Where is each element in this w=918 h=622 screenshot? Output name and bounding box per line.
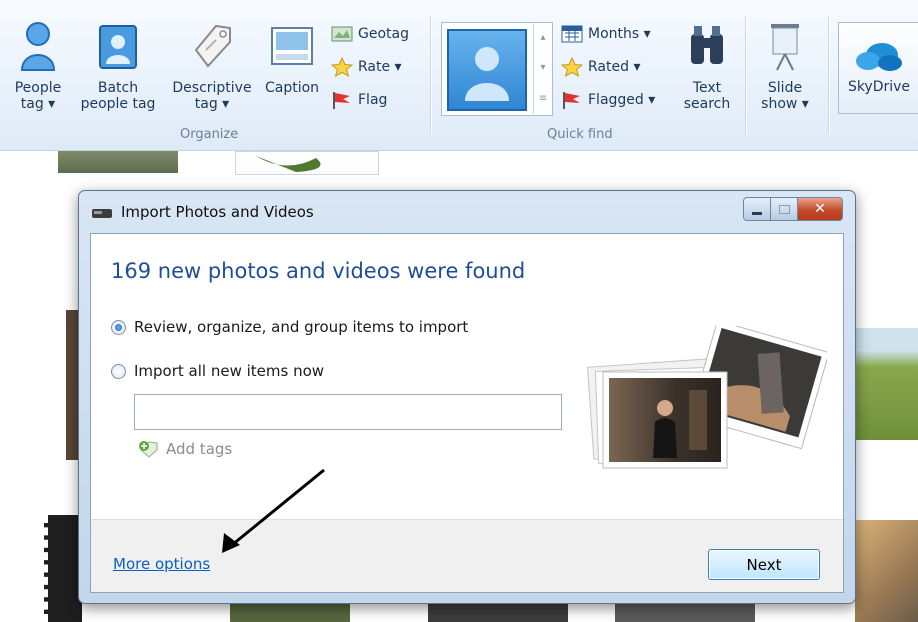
background-photo xyxy=(44,515,82,622)
descriptive-tag-button[interactable]: Descriptive tag ▾ xyxy=(166,20,258,112)
months-button[interactable]: Months ▾ xyxy=(561,23,651,45)
people-tag-button[interactable]: People tag ▾ xyxy=(6,20,70,112)
tag-icon xyxy=(194,24,231,68)
descriptive-tag-label-1: Descriptive xyxy=(172,80,252,96)
cloud-icon xyxy=(856,43,902,71)
projector-screen-icon xyxy=(771,24,799,71)
review-option-label: Review, organize, and group items to imp… xyxy=(134,318,469,336)
background-photo xyxy=(66,310,78,460)
flag-button[interactable]: Flag xyxy=(331,89,387,111)
geotag-button[interactable]: Geotag xyxy=(331,23,409,45)
maximize-icon xyxy=(778,204,790,214)
binoculars-icon xyxy=(691,26,723,64)
background-photo xyxy=(615,602,755,622)
background-photo xyxy=(855,520,918,622)
import-device-icon xyxy=(92,209,112,218)
slide-show-button[interactable]: Slide show ▾ xyxy=(754,20,816,112)
import-dialog: Import Photos and Videos ✕ 169 new photo… xyxy=(78,190,856,604)
people-tag-label-2: tag ▾ xyxy=(20,96,56,112)
person-icon xyxy=(20,22,56,71)
photo-stack-illustration xyxy=(586,326,827,469)
text-search-label-1: Text xyxy=(692,80,722,96)
rated-button[interactable]: Rated ▾ xyxy=(561,56,640,78)
rated-star-icon xyxy=(561,57,583,77)
flag-icon xyxy=(333,92,350,109)
slide-show-label-2: show ▾ xyxy=(761,96,809,112)
caption-icon xyxy=(271,27,313,65)
flag-label: Flag xyxy=(358,92,388,108)
skydrive-label: SkyDrive xyxy=(847,79,911,95)
batch-people-tag-label-2: people tag xyxy=(80,96,156,112)
radio-selected-dot xyxy=(115,323,122,331)
caption-button[interactable]: Caption xyxy=(258,20,326,96)
months-label: Months ▾ xyxy=(588,26,651,42)
person-thumbnail-icon xyxy=(447,29,527,111)
minimize-button[interactable] xyxy=(743,197,771,221)
background-photo xyxy=(235,151,379,175)
import-all-option-label: Import all new items now xyxy=(134,362,325,380)
more-options-link[interactable]: More options xyxy=(113,555,210,573)
import-all-radio[interactable] xyxy=(111,363,126,379)
flagged-label: Flagged ▾ xyxy=(588,92,656,108)
geotag-icon xyxy=(331,26,353,42)
ribbon: People tag ▾ Batch people tag Descriptiv… xyxy=(0,0,918,151)
caption-label: Caption xyxy=(264,80,320,96)
rate-label: Rate ▾ xyxy=(358,59,402,75)
ribbon-separator xyxy=(828,16,829,134)
text-search-label-2: search xyxy=(683,96,731,112)
gallery-scroll-down[interactable]: ▾ xyxy=(533,53,552,83)
background-photo xyxy=(230,602,350,622)
gallery-expand[interactable]: ≡ xyxy=(533,83,552,114)
quick-find-gallery[interactable]: ▴ ▾ ≡ xyxy=(441,22,553,116)
slide-show-label-1: Slide xyxy=(767,80,803,96)
skydrive-button[interactable]: SkyDrive xyxy=(838,22,918,114)
close-button[interactable]: ✕ xyxy=(798,197,843,221)
quick-find-group-label: Quick find xyxy=(547,127,613,142)
flagged-button[interactable]: Flagged ▾ xyxy=(561,89,655,111)
flagged-icon xyxy=(563,92,580,109)
calendar-icon xyxy=(561,25,583,43)
batch-people-tag-label-1: Batch xyxy=(97,80,139,96)
ribbon-separator xyxy=(430,16,431,134)
add-tag-icon xyxy=(139,441,158,458)
batch-people-tag-button[interactable]: Batch people tag xyxy=(70,20,166,112)
rated-label: Rated ▾ xyxy=(588,59,641,75)
background-photo xyxy=(855,328,918,440)
dialog-content: 169 new photos and videos were found Rev… xyxy=(90,233,844,593)
found-items-heading: 169 new photos and videos were found xyxy=(111,259,526,283)
people-tag-label-1: People xyxy=(14,80,62,96)
review-radio[interactable] xyxy=(111,319,126,335)
dialog-footer: More options Next xyxy=(91,519,843,592)
import-all-option[interactable]: Import all new items now xyxy=(111,362,324,380)
next-button[interactable]: Next xyxy=(708,549,820,580)
close-icon: ✕ xyxy=(814,201,826,217)
background-photo xyxy=(58,151,178,173)
minimize-icon xyxy=(752,211,762,215)
gallery-scroll-up[interactable]: ▴ xyxy=(533,23,552,53)
geotag-label: Geotag xyxy=(358,26,409,42)
star-icon xyxy=(331,57,353,77)
background-photo xyxy=(428,602,568,622)
add-tags-label: Add tags xyxy=(166,440,233,458)
descriptive-tag-label-2: tag ▾ xyxy=(194,96,230,112)
maximize-button[interactable] xyxy=(771,197,798,221)
batch-people-icon xyxy=(99,25,137,69)
dialog-title: Import Photos and Videos xyxy=(121,203,314,221)
review-option[interactable]: Review, organize, and group items to imp… xyxy=(111,318,468,336)
text-search-button[interactable]: Text search xyxy=(676,20,738,112)
rate-button[interactable]: Rate ▾ xyxy=(331,56,402,78)
add-tags[interactable]: Add tags xyxy=(137,440,232,458)
dialog-titlebar[interactable]: Import Photos and Videos ✕ xyxy=(79,191,855,231)
tags-input[interactable] xyxy=(134,394,562,430)
ribbon-separator xyxy=(745,16,746,134)
organize-group-label: Organize xyxy=(180,127,239,142)
window-buttons: ✕ xyxy=(743,197,843,221)
